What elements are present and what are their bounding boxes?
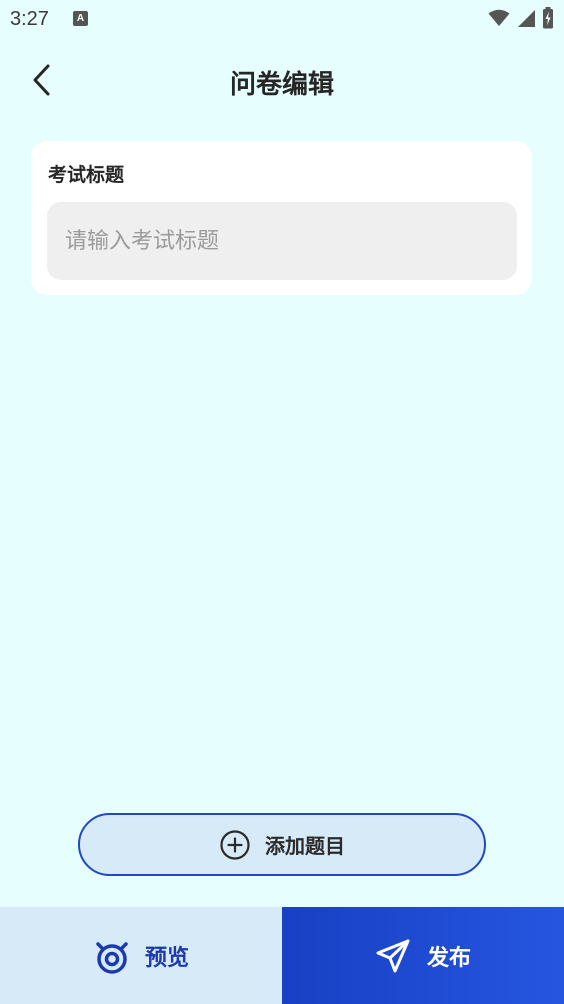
exam-title-input[interactable]	[47, 202, 517, 280]
wifi-icon	[488, 9, 510, 26]
add-question-label: 添加题目	[265, 834, 345, 858]
eye-icon	[96, 941, 128, 974]
screen: 3:27 A 问卷编辑 考试标题 请输入考试标题 添加题目 预览 发布	[0, 0, 564, 1004]
bottom-action-bar: 预览 发布	[0, 907, 564, 1004]
plus-circle-icon	[220, 829, 250, 860]
status-bar: 3:27 A	[0, 0, 564, 40]
notification-a-icon: A	[73, 11, 88, 26]
exam-title-label: 考试标题	[48, 164, 125, 186]
header: 问卷编辑	[0, 50, 564, 110]
preview-label: 预览	[144, 945, 189, 971]
status-time: 3:27	[10, 8, 49, 30]
exam-title-card: 考试标题	[31, 141, 532, 295]
cell-signal-icon	[518, 9, 535, 27]
paper-plane-icon	[376, 939, 410, 972]
status-icons	[488, 7, 554, 29]
publish-button[interactable]: 发布	[282, 907, 564, 1004]
notification-a-letter: A	[76, 13, 85, 24]
battery-charging-icon	[543, 7, 553, 29]
page-title: 问卷编辑	[229, 70, 334, 100]
add-question-button[interactable]: 添加题目	[78, 813, 486, 876]
publish-label: 发布	[426, 945, 471, 971]
preview-button[interactable]: 预览	[0, 907, 282, 1004]
